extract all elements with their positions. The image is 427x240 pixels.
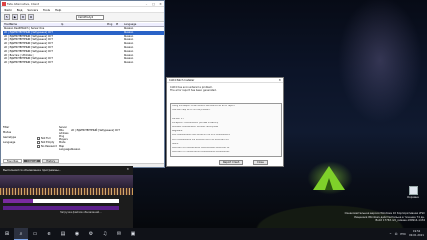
update-progress-fill — [3, 199, 34, 203]
table-cell — [116, 61, 124, 65]
taskbar-item-icon[interactable]: e — [42, 228, 56, 240]
no-password-label: No Password — [41, 145, 57, 148]
taskbar-item-icon[interactable]: ▤ — [56, 228, 70, 240]
recycle-bin-icon — [408, 186, 418, 195]
table-body: Russian DeathMatch | Server One Russian xD… — [3, 27, 164, 65]
menu-view[interactable]: Вид — [17, 8, 23, 12]
no-password-checkbox[interactable] — [37, 145, 40, 148]
not-full-checkbox[interactable] — [37, 137, 40, 140]
info-value: xD | ЕДИНСТВЕННЫЙ [Чебурашка] ОСТ — [71, 129, 120, 133]
menu-help[interactable]: Help — [55, 8, 61, 12]
report-line: 0x0019FE7C 0x00430C44 0x00000000 0x00000… — [172, 151, 230, 154]
server-table: HostName Ip Ping Pl Language Russian Dea… — [3, 23, 164, 65]
taskbar-item-icon[interactable]: ♫ — [98, 228, 112, 240]
report-crash-button[interactable]: Report Crash — [219, 160, 244, 165]
info-key: Language — [59, 147, 71, 151]
toolbar: ↻ ▶ ★ ⚙ CallofDuty4 — [1, 13, 164, 22]
gametype-label: Gametype — [3, 136, 17, 139]
recycle-bin-label: Корзина — [407, 196, 419, 199]
server-browser-window: Fate Alternative, Client – □ ✕ Файл Вид … — [0, 0, 165, 168]
dialog-title: CoD4 Patch Installer — [167, 78, 283, 83]
menu-tools[interactable]: Tools — [43, 8, 50, 12]
recycle-bin-shortcut[interactable]: Корзина — [402, 186, 424, 199]
info-value: Russian — [71, 147, 81, 151]
report-line: EAX 0x00000000 EBX 0x0019FF80 ECX 0x0000… — [172, 134, 230, 137]
col-ping[interactable]: Ping — [107, 23, 116, 26]
popup-accent-bar — [3, 206, 119, 210]
taskbar-item-icon[interactable]: ▣ — [126, 228, 140, 240]
system-tray: ^ ☊ РУС 19:52 09.01.2021 — [389, 228, 424, 240]
table-row[interactable]: xD | ЕДИНСТВЕННЫЙ [Чебурашка] ОСТ Russian — [3, 61, 164, 65]
menu-servers[interactable]: Servers — [27, 8, 38, 12]
wallpaper-tent-door — [325, 178, 333, 190]
col-language[interactable]: Language — [124, 23, 164, 26]
not-full-label: Not Full — [41, 137, 51, 140]
crash-dialog: CoD4 Patch Installer ✕ CoD4 has encounte… — [166, 77, 284, 167]
update-popup: Выполняется обновление программы... ✕ За… — [0, 166, 133, 228]
taskbar: ⊞ ⌕ ▭ e ▤ ◉ ⚙ ♫ ✉ ▣ ^ ☊ РУС 19:52 09.01.2021 — [0, 228, 427, 240]
table-cell — [107, 61, 116, 65]
update-progress-bar — [3, 199, 119, 203]
taskbar-item-icon[interactable]: ▭ — [28, 228, 42, 240]
dialog-message-line: The error report has been generated. — [170, 89, 217, 92]
filter-label: Filter — [3, 126, 10, 129]
taskbar-item-icon[interactable]: ⌕ — [14, 228, 28, 240]
report-line: that will help us to fix the problem. — [172, 109, 211, 112]
popup-close-button[interactable]: ✕ — [126, 167, 129, 171]
popup-status-text: Загрузка файлов обновлений... — [60, 211, 102, 214]
city-skyline — [0, 188, 133, 195]
taskbar-item-icon[interactable]: ⊞ — [0, 228, 14, 240]
modes-label: Modes — [3, 131, 12, 134]
taskbar-item-icon[interactable]: ◉ — [70, 228, 84, 240]
info-row: LanguageRussian — [59, 148, 163, 151]
dialog-close-button[interactable]: Close — [253, 160, 268, 165]
clock-date: 09.01.2021 — [409, 234, 424, 237]
report-line: 0x0019FE38 0x00429A1E 0x004362B0 0x00438… — [172, 147, 230, 149]
app-icon — [2, 2, 6, 6]
report-line: EDX 0x00000000 ESI 0x00437A10 EDI 0x0019… — [172, 138, 229, 141]
report-line — [172, 113, 282, 116]
filter-input[interactable]: CallofDuty4 — [76, 14, 104, 20]
maximize-button[interactable]: □ — [150, 1, 157, 7]
tray-network-icon[interactable]: ☊ — [395, 232, 398, 236]
close-button[interactable]: ✕ — [157, 1, 164, 7]
report-line: Stack: — [172, 142, 179, 145]
table-cell: Russian — [124, 61, 134, 65]
report-line: Exception: 0xC0000005 (Access Violation) — [172, 121, 219, 124]
table-cell: xD | ЕДИНСТВЕННЫЙ [Чебурашка] ОСТ — [4, 61, 53, 65]
report-line: Address: 0x00429A1E Module: iw3mp.exe — [172, 126, 219, 128]
clock[interactable]: 19:52 09.01.2021 — [409, 230, 424, 237]
windows-watermark: Ознакомительная версия Windows 10 Корпор… — [330, 212, 425, 223]
dialog-close-icon[interactable]: ✕ — [278, 78, 281, 82]
watermark-line: Build 17763.rs5_release.180914-1434 — [375, 219, 426, 223]
not-empty-checkbox[interactable] — [37, 141, 40, 144]
col-ip[interactable]: Ip — [61, 23, 107, 26]
popup-title: Выполняется обновление программы... — [3, 168, 62, 172]
report-line: Using the Report Crash button will submi… — [172, 105, 235, 107]
tray-expand-icon[interactable]: ^ — [389, 232, 392, 236]
menu-file[interactable]: Файл — [4, 8, 12, 12]
window-title: Fate Alternative, Client — [7, 1, 39, 6]
minimize-button[interactable]: – — [143, 1, 150, 7]
taskbar-item-icon[interactable]: ⚙ — [84, 228, 98, 240]
crash-report-box[interactable]: Using the Report Crash button will submi… — [170, 103, 282, 157]
server-details-panel: Filter Modes Gametype Language Not Full … — [1, 125, 164, 163]
language-label: Language — [3, 141, 16, 144]
report-line: Registers: — [172, 130, 183, 133]
refresh-icon[interactable]: ↻ — [4, 14, 10, 20]
not-empty-label: Not Empty — [41, 141, 55, 144]
col-hostname[interactable]: HostName — [3, 23, 61, 26]
popup-banner-image — [0, 175, 133, 195]
settings-icon[interactable]: ⚙ — [28, 14, 34, 20]
server-info: Server title xD | ЕДИНСТВЕННЫЙ [Чебурашка… — [59, 126, 163, 151]
dialog-message: CoD4 has encountered a problem. The erro… — [170, 86, 282, 92]
report-line: Version 1.7 — [172, 117, 185, 120]
col-players[interactable]: Pl — [116, 23, 124, 26]
connect-icon[interactable]: ▶ — [12, 14, 18, 20]
table-cell — [61, 61, 107, 65]
add-favorite-icon[interactable]: ★ — [20, 14, 26, 20]
tray-language[interactable]: РУС — [400, 232, 406, 236]
taskbar-item-icon[interactable]: ✉ — [112, 228, 126, 240]
